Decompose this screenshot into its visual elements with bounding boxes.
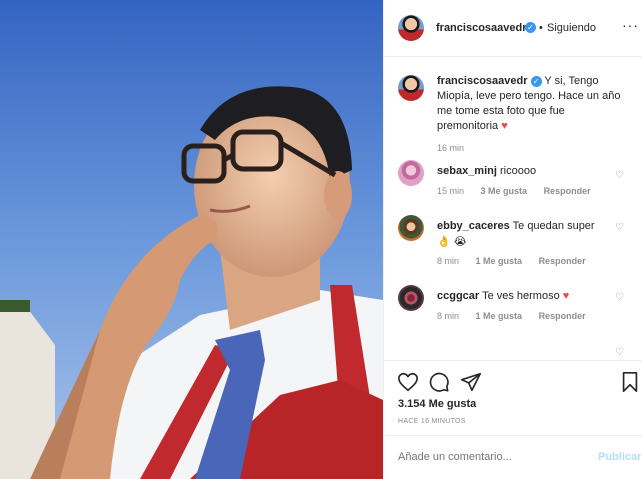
caption-author-avatar[interactable] [398,75,424,101]
commenter-username[interactable]: sebax_minj [437,165,497,177]
following-button[interactable]: Siguiendo [547,22,596,34]
post-timestamp[interactable]: HACE 16 MINUTOS [398,418,466,425]
comment-like-heart-icon[interactable]: ♡ [615,292,624,303]
heart-emoji-icon: ♥ [562,290,570,302]
comment-time[interactable]: 8 min [437,256,459,266]
comment-likes[interactable]: 3 Me gusta [481,186,528,196]
comment-meta: 8 min 1 Me gusta Responder [437,256,600,266]
comment-item: ebby_caceres Te quedan super 👌 😭 8 min 1… [384,215,642,275]
comment-time[interactable]: 8 min [437,311,459,321]
author-username[interactable]: franciscosaavedr [436,22,527,34]
comment-body: ricoooo [499,165,537,177]
caption-verified-icon: ✓ [530,76,542,87]
commenter-username[interactable]: ebby_caceres [437,220,510,232]
comment-text-line: sebax_minj ricoooo [437,163,612,179]
post-actions: 3.154 Me gusta HACE 16 MINUTOS [384,360,642,435]
add-comment-input[interactable] [398,451,588,463]
comment-text-line: ccggcar Te ves hermoso ♥ [437,288,612,304]
comment-item: sebax_minj ricoooo 15 min 3 Me gusta Res… [384,160,642,220]
comment-like-heart-icon[interactable]: ♡ [615,170,624,181]
more-options-icon[interactable]: ··· [622,17,639,33]
comment-emoji: 👌 😭 [437,236,467,248]
author-avatar[interactable] [398,15,424,41]
comment-meta: 8 min 1 Me gusta Responder [437,311,600,321]
comments-list[interactable]: franciscosaavedr ✓ Y si, Tengo Miopía, l… [384,57,642,360]
post-caption: franciscosaavedr ✓ Y si, Tengo Miopía, l… [437,74,627,134]
comment-body: Te ves hermoso [482,290,560,302]
reply-button[interactable]: Responder [539,256,586,266]
comment-likes[interactable]: 1 Me gusta [476,311,523,321]
likes-count[interactable]: 3.154 Me gusta [398,398,476,410]
comment-meta: 15 min 3 Me gusta Responder [437,186,605,196]
comment-like-heart-icon[interactable]: ♡ [615,347,624,358]
comment-time[interactable]: 15 min [437,186,464,196]
post-details-panel: franciscosaavedr ✓ • Siguiendo ··· franc… [383,0,642,479]
post-photo-illustration [0,0,383,479]
caption-time[interactable]: 16 min [437,143,464,153]
reply-button[interactable]: Responder [544,186,591,196]
caption-username[interactable]: franciscosaavedr [437,75,528,87]
heart-emoji-icon: ♥ [501,120,508,132]
like-heart-icon[interactable] [397,371,419,393]
comment-like-heart-icon[interactable]: ♡ [615,222,624,233]
comment-body: Te quedan super [512,220,595,232]
publish-button[interactable]: Publicar [598,451,641,463]
save-bookmark-icon[interactable] [619,371,641,393]
add-comment-bar: Publicar [384,435,642,479]
commenter-avatar[interactable] [398,215,424,241]
reply-button[interactable]: Responder [539,311,586,321]
header-separator: • [539,22,543,34]
comment-bubble-icon[interactable] [428,371,450,393]
share-paper-plane-icon[interactable] [460,371,482,393]
instagram-post-modal: franciscosaavedr ✓ • Siguiendo ··· franc… [0,0,642,479]
post-photo[interactable] [0,0,383,479]
commenter-username[interactable]: ccggcar [437,290,479,302]
comment-text-line: ebby_caceres Te quedan super 👌 😭 [437,218,612,250]
commenter-avatar[interactable] [398,160,424,186]
commenter-avatar[interactable] [398,285,424,311]
post-header: franciscosaavedr ✓ • Siguiendo ··· [384,0,642,57]
comment-item: ccggcar Te ves hermoso ♥ 8 min 1 Me gust… [384,285,642,345]
verified-badge-icon: ✓ [525,22,536,33]
comment-likes[interactable]: 1 Me gusta [476,256,523,266]
